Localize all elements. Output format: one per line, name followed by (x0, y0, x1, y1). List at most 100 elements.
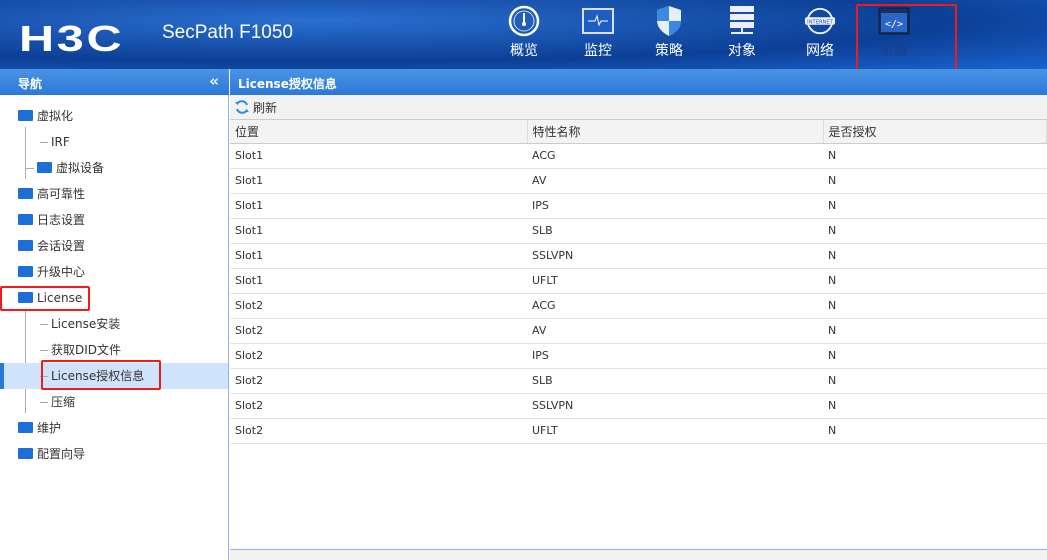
nav-item-label: 配置向导 (37, 447, 86, 461)
nav-item-label: 压缩 (51, 395, 76, 409)
cell: N (823, 168, 1047, 194)
refresh-button[interactable]: 刷新 (234, 99, 277, 116)
cell: N (823, 243, 1047, 269)
folder-icon (18, 266, 33, 277)
cell: AV (527, 168, 823, 194)
folder-icon (18, 422, 33, 433)
nav-item[interactable]: 升级中心 (0, 259, 228, 285)
menu-monitor[interactable]: 监控 (561, 6, 635, 60)
nav-item[interactable]: 高可靠性 (0, 181, 228, 207)
cell: SLB (527, 218, 823, 244)
cell: N (823, 193, 1047, 219)
folder-icon (18, 214, 33, 225)
cell: Slot1 (230, 218, 527, 244)
highlight-license-info (41, 360, 161, 390)
internet-icon: INTERNET (804, 6, 836, 36)
cell: Slot2 (230, 293, 527, 319)
menu-label: 对象 (728, 43, 756, 59)
cell: Slot1 (230, 193, 527, 219)
menu-internet[interactable]: INTERNET 网络 (783, 6, 857, 60)
cell: UFLT (527, 418, 823, 444)
table-row[interactable]: Slot2 IPS N (230, 343, 1047, 369)
menu-shield[interactable]: 策略 (632, 6, 706, 60)
nav-item[interactable]: 虚拟设备 (0, 155, 228, 181)
pagination-bar (230, 549, 1047, 560)
nav-title: 导航 (18, 77, 43, 91)
cell: Slot2 (230, 318, 527, 344)
menu-label: 监控 (584, 43, 612, 59)
cell: SSLVPN (527, 393, 823, 419)
collapse-icon[interactable]: « (209, 72, 219, 90)
nav-header: 导航 « (0, 69, 229, 95)
folder-icon (18, 240, 33, 251)
nav-item-label: 日志设置 (37, 213, 86, 227)
folder-icon (18, 188, 33, 199)
nav-item-label: 升级中心 (37, 265, 86, 279)
folder-open-icon (18, 110, 33, 121)
cell: Slot1 (230, 268, 527, 294)
cell: Slot2 (230, 418, 527, 444)
menu-gauge[interactable]: 概览 (487, 5, 561, 60)
cell: ACG (527, 143, 823, 169)
nav-item-label: 虚拟设备 (56, 161, 105, 175)
page-title: License授权信息 (230, 69, 1047, 95)
cell: N (823, 418, 1047, 444)
nav-item[interactable]: License安装 (0, 311, 228, 337)
nav-item-label: 会话设置 (37, 239, 86, 253)
cell: IPS (527, 343, 823, 369)
table-row[interactable]: Slot2 ACG N (230, 293, 1047, 319)
col-authorized[interactable]: 是否授权 (823, 120, 1047, 144)
table-row[interactable]: Slot1 SSLVPN N (230, 243, 1047, 269)
refresh-label: 刷新 (253, 100, 278, 115)
nav-item[interactable]: 维护 (0, 415, 228, 441)
cell: IPS (527, 193, 823, 219)
table-row[interactable]: Slot2 SSLVPN N (230, 393, 1047, 419)
highlight-license (0, 286, 90, 311)
table-row[interactable]: Slot2 SLB N (230, 368, 1047, 394)
h3c-logo: H3C (19, 18, 125, 59)
cell: SSLVPN (527, 243, 823, 269)
shield-icon (653, 6, 685, 36)
highlight-system (856, 4, 957, 75)
cell: N (823, 318, 1047, 344)
table-row[interactable]: Slot2 AV N (230, 318, 1047, 344)
col-location[interactable]: 位置 (230, 120, 528, 144)
table-row[interactable]: Slot1 ACG N (230, 143, 1047, 169)
nav-item-label: 维护 (37, 421, 62, 435)
cell: Slot2 (230, 393, 527, 419)
nav-item[interactable]: 配置向导 (0, 441, 228, 467)
cell: N (823, 268, 1047, 294)
cell: Slot2 (230, 343, 527, 369)
nav-item[interactable]: 虚拟化 (0, 103, 228, 129)
table-row[interactable]: Slot1 IPS N (230, 193, 1047, 219)
refresh-icon (235, 100, 249, 114)
menu-server[interactable]: 对象 (705, 6, 779, 60)
cell: N (823, 218, 1047, 244)
nav-item[interactable]: IRF (0, 129, 228, 155)
license-table: 位置 特性名称 是否授权 Slot1 ACG N Slot1 AV N Slot1 IPS N S… (230, 120, 1047, 444)
nav-item[interactable]: 日志设置 (0, 207, 228, 233)
nav-item[interactable]: 压缩 (0, 389, 228, 415)
table-row[interactable]: Slot1 UFLT N (230, 268, 1047, 294)
cell: ACG (527, 293, 823, 319)
cell: N (823, 393, 1047, 419)
col-feature[interactable]: 特性名称 (527, 120, 824, 144)
cell: Slot1 (230, 143, 527, 169)
cell: Slot1 (230, 243, 527, 269)
cell: UFLT (527, 268, 823, 294)
server-icon (726, 6, 758, 36)
cell: N (823, 368, 1047, 394)
menu-label: 策略 (655, 43, 683, 59)
cell: N (823, 293, 1047, 319)
cell: AV (527, 318, 823, 344)
cell: Slot1 (230, 168, 527, 194)
svg-text:INTERNET: INTERNET (807, 19, 833, 25)
product-name: SecPath F1050 (162, 22, 293, 43)
menu-label: 网络 (806, 43, 834, 59)
menu-label: 概览 (510, 43, 538, 59)
cell: Slot2 (230, 368, 527, 394)
table-row[interactable]: Slot1 SLB N (230, 218, 1047, 244)
nav-item[interactable]: 会话设置 (0, 233, 228, 259)
table-row[interactable]: Slot1 AV N (230, 168, 1047, 194)
table-row[interactable]: Slot2 UFLT N (230, 418, 1047, 444)
